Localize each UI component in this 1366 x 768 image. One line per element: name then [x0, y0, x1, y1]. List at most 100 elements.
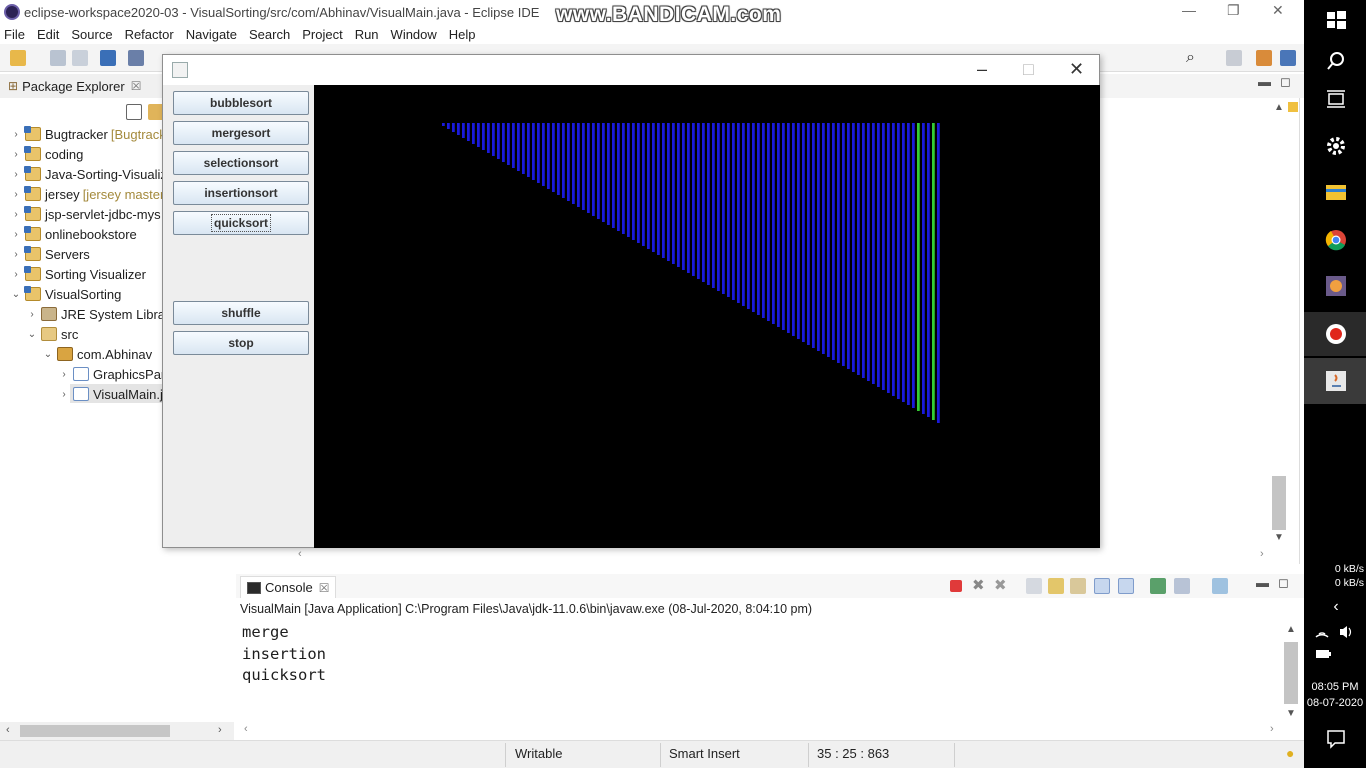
- tree-item[interactable]: › JRE System Librar: [26, 304, 169, 324]
- remove-all-icon[interactable]: ✖: [994, 578, 1010, 594]
- clear-console-icon[interactable]: [1026, 578, 1042, 594]
- chevron-right-icon[interactable]: ›: [58, 389, 70, 400]
- chevron-right-icon[interactable]: ›: [10, 249, 22, 260]
- minimize-view-icon[interactable]: ▬: [1256, 575, 1269, 590]
- status-cursor-position[interactable]: 35 : 25 : 863: [817, 746, 889, 761]
- editor-hscrollbar[interactable]: ‹ ›: [240, 548, 1270, 564]
- close-console-icon[interactable]: ☒: [319, 581, 330, 595]
- collapse-all-icon[interactable]: [126, 104, 142, 120]
- battery-icon[interactable]: [1314, 648, 1334, 660]
- chevron-right-icon[interactable]: ›: [10, 189, 22, 200]
- chevron-down-icon[interactable]: ⌄: [42, 349, 54, 360]
- system-clock[interactable]: 08:05 PM 08-07-2020: [1304, 679, 1366, 711]
- tree-item[interactable]: ⌄ com.Abhinav: [42, 344, 152, 364]
- scroll-right-icon[interactable]: ›: [1260, 548, 1264, 560]
- search-icon[interactable]: [1325, 50, 1347, 72]
- task-view-icon[interactable]: [1325, 88, 1347, 110]
- tree-item[interactable]: › Servers: [10, 244, 90, 264]
- menu-project[interactable]: Project: [302, 27, 342, 42]
- pin-console-icon[interactable]: [1150, 578, 1166, 594]
- new-icon[interactable]: [10, 50, 26, 66]
- menu-run[interactable]: Run: [355, 27, 379, 42]
- menu-navigate[interactable]: Navigate: [186, 27, 237, 42]
- eclipse-taskbar-icon[interactable]: [1325, 275, 1347, 297]
- tree-item[interactable]: › GraphicsPan: [58, 364, 168, 384]
- chevron-right-icon[interactable]: ›: [10, 229, 22, 240]
- tree-item[interactable]: ⌄ VisualSorting: [10, 284, 121, 304]
- scroll-left-icon[interactable]: ‹: [244, 723, 248, 735]
- chevron-down-icon[interactable]: ⌄: [10, 289, 22, 300]
- menu-source[interactable]: Source: [71, 27, 112, 42]
- restore-icon[interactable]: ❐: [1227, 2, 1240, 19]
- show-on-stderr-icon[interactable]: [1118, 578, 1134, 594]
- menu-window[interactable]: Window: [391, 27, 437, 42]
- shuffle-button[interactable]: shuffle: [173, 301, 309, 325]
- console-vscrollbar[interactable]: ▲ ▼: [1282, 622, 1300, 722]
- menu-refactor[interactable]: Refactor: [125, 27, 174, 42]
- tree-item[interactable]: › coding: [10, 144, 83, 164]
- chevron-left-icon[interactable]: ‹: [1325, 596, 1347, 618]
- package-explorer-tab[interactable]: ⊞ Package Explorer ☒: [0, 74, 162, 98]
- scroll-right-icon[interactable]: ›: [218, 724, 222, 736]
- minimize-icon[interactable]: —: [1182, 2, 1196, 18]
- scroll-thumb[interactable]: [20, 725, 170, 737]
- search-icon[interactable]: ⌕: [1186, 50, 1202, 66]
- java-app-taskbar-icon[interactable]: [1325, 370, 1347, 392]
- chrome-icon[interactable]: [1325, 229, 1347, 251]
- chevron-down-icon[interactable]: ⌄: [26, 329, 38, 340]
- chevron-right-icon[interactable]: ›: [58, 369, 70, 380]
- terminal-icon[interactable]: [100, 50, 116, 66]
- close-icon[interactable]: ✕: [1272, 2, 1284, 19]
- editor-vscrollbar[interactable]: ▲ ▼: [1270, 100, 1288, 546]
- scroll-left-icon[interactable]: ‹: [298, 548, 302, 560]
- scroll-down-icon[interactable]: ▼: [1286, 708, 1296, 719]
- package-explorer-hscrollbar[interactable]: ‹ ›: [0, 722, 234, 740]
- word-wrap-icon[interactable]: [1070, 578, 1086, 594]
- save-all-icon[interactable]: [72, 50, 88, 66]
- java-ee-perspective-icon[interactable]: [1256, 50, 1272, 66]
- tree-item[interactable]: ⌄ src: [26, 324, 79, 344]
- terminate-icon[interactable]: [950, 580, 962, 592]
- bandicam-record-icon[interactable]: [1325, 323, 1347, 345]
- scroll-up-icon[interactable]: ▲: [1274, 102, 1284, 113]
- quicksort-button[interactable]: quicksort: [173, 211, 309, 235]
- close-icon[interactable]: ✕: [1069, 59, 1084, 80]
- chevron-right-icon[interactable]: ›: [10, 149, 22, 160]
- open-perspective-icon[interactable]: [1226, 50, 1242, 66]
- show-on-stdout-icon[interactable]: [1094, 578, 1110, 594]
- scroll-thumb[interactable]: [1284, 642, 1298, 704]
- open-console-icon[interactable]: [1212, 578, 1228, 594]
- tips-lightbulb-icon[interactable]: ●: [1286, 745, 1294, 761]
- minimize-view-icon[interactable]: ▬: [1258, 74, 1271, 89]
- tree-item[interactable]: › Java-Sorting-Visualiz: [10, 164, 167, 184]
- tree-item[interactable]: › jersey [jersey master: [10, 184, 164, 204]
- tree-item[interactable]: › Bugtracker [Bugtrack: [10, 124, 166, 144]
- tree-item[interactable]: › jsp-servlet-jdbc-mys: [10, 204, 161, 224]
- insertionsort-button[interactable]: insertionsort: [173, 181, 309, 205]
- chevron-right-icon[interactable]: ›: [10, 129, 22, 140]
- scroll-left-icon[interactable]: ‹: [6, 724, 10, 736]
- menu-search[interactable]: Search: [249, 27, 290, 42]
- scroll-lock-icon[interactable]: [1048, 578, 1064, 594]
- status-insert-mode[interactable]: Smart Insert: [669, 746, 740, 761]
- scroll-right-icon[interactable]: ›: [1270, 723, 1274, 735]
- tree-item[interactable]: › onlinebookstore: [10, 224, 137, 244]
- bubblesort-button[interactable]: bubblesort: [173, 91, 309, 115]
- maximize-icon[interactable]: □: [1023, 59, 1034, 80]
- java-perspective-icon[interactable]: [1280, 50, 1296, 66]
- console-hscrollbar[interactable]: ‹ ›: [240, 722, 1282, 740]
- tree-item[interactable]: › Sorting Visualizer: [10, 264, 146, 284]
- scroll-down-icon[interactable]: ▼: [1274, 532, 1284, 543]
- mergesort-button[interactable]: mergesort: [173, 121, 309, 145]
- chevron-right-icon[interactable]: ›: [26, 309, 38, 320]
- tree-item[interactable]: › VisualMain.j: [58, 384, 163, 404]
- skip-breakpoints-icon[interactable]: [128, 50, 144, 66]
- action-center-icon[interactable]: [1325, 728, 1347, 750]
- selectionsort-button[interactable]: selectionsort: [173, 151, 309, 175]
- scroll-up-icon[interactable]: ▲: [1286, 624, 1296, 635]
- menu-help[interactable]: Help: [449, 27, 476, 42]
- stop-button[interactable]: stop: [173, 331, 309, 355]
- minimize-icon[interactable]: –: [977, 59, 987, 80]
- close-view-icon[interactable]: ☒: [131, 79, 142, 93]
- display-console-icon[interactable]: [1174, 578, 1190, 594]
